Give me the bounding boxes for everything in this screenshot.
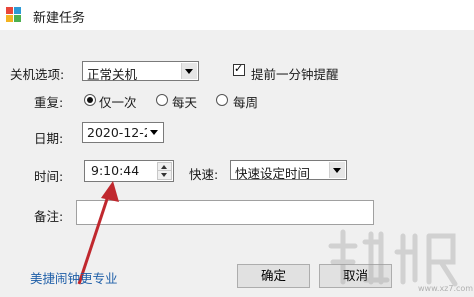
ok-button[interactable]: 确定 xyxy=(237,264,310,288)
promo-link[interactable]: 美捷闹钟更专业 xyxy=(30,268,118,287)
arrow-head xyxy=(101,181,119,202)
watermark-text: www.xz7.com xyxy=(418,284,474,293)
